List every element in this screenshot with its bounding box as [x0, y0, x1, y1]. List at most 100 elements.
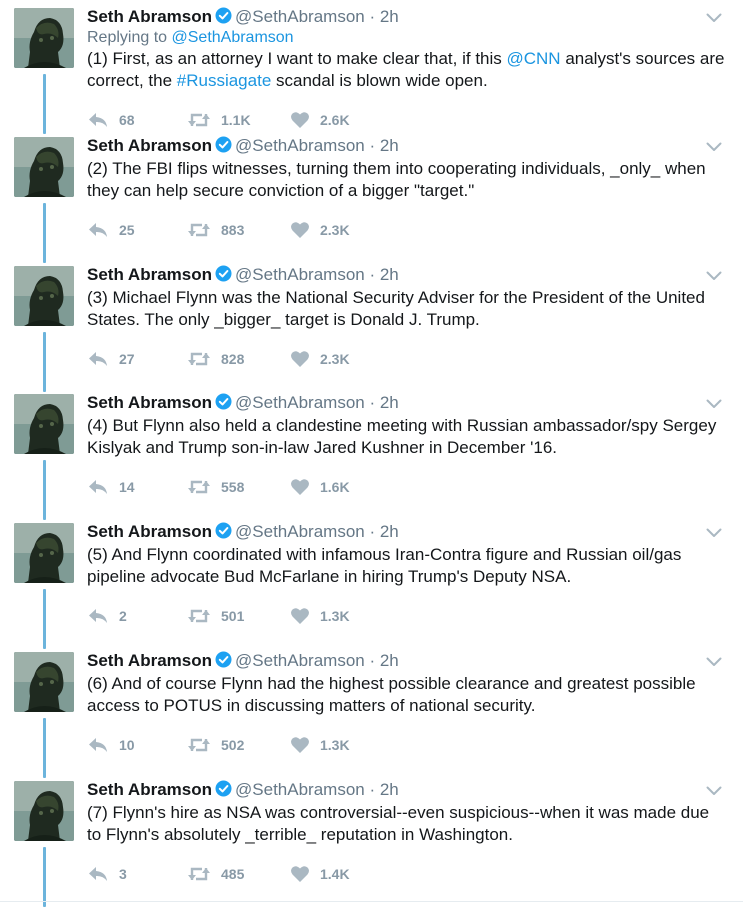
author-handle[interactable]: @SethAbramson — [235, 393, 365, 412]
reply-count: 14 — [119, 479, 135, 495]
heart-icon — [291, 608, 309, 624]
reply-arrow-icon — [89, 738, 107, 752]
timestamp[interactable]: 2h — [380, 651, 399, 670]
chevron-down-icon[interactable] — [706, 396, 722, 408]
retweet-count: 883 — [221, 222, 245, 238]
timestamp[interactable]: 2h — [380, 780, 399, 799]
like-button[interactable]: 1.6K — [290, 476, 350, 498]
author-name[interactable]: Seth Abramson — [87, 136, 212, 155]
tweet-header: Seth Abramson @SethAbramson · 2h — [87, 264, 399, 288]
timestamp[interactable]: 2h — [380, 265, 399, 284]
chevron-down-icon[interactable] — [706, 783, 722, 795]
separator-dot: · — [364, 393, 380, 412]
tweet-link[interactable]: #Russiagate — [177, 71, 272, 90]
tweet-text-segment: (1) First, as an attorney I want to make… — [87, 49, 507, 68]
retweet-icon — [188, 352, 210, 366]
author-handle[interactable]: @SethAbramson — [235, 522, 365, 541]
separator-dot: · — [364, 522, 380, 541]
retweet-button[interactable]: 828 — [187, 348, 244, 370]
chevron-down-icon[interactable] — [706, 139, 722, 151]
author-name[interactable]: Seth Abramson — [87, 780, 212, 799]
chevron-down-icon[interactable] — [706, 10, 722, 22]
reply-arrow-icon — [89, 352, 107, 366]
chevron-down-icon[interactable] — [706, 268, 722, 280]
replying-to-mention[interactable]: @SethAbramson — [172, 29, 294, 46]
reply-button[interactable]: 2 — [87, 605, 127, 627]
reply-button[interactable]: 27 — [87, 348, 135, 370]
avatar-image — [14, 781, 74, 841]
tweet-text-segment: (2) The FBI flips witnesses, turning the… — [87, 159, 706, 200]
avatar[interactable] — [14, 266, 74, 326]
heart-icon — [291, 222, 309, 238]
retweet-icon — [188, 609, 210, 623]
like-button[interactable]: 1.4K — [290, 863, 350, 885]
retweet-button[interactable]: 883 — [187, 219, 244, 241]
verified-badge-icon — [215, 522, 232, 545]
reply-button[interactable]: 25 — [87, 219, 135, 241]
author-handle[interactable]: @SethAbramson — [235, 651, 365, 670]
heart-icon — [291, 479, 309, 495]
author-name[interactable]: Seth Abramson — [87, 7, 212, 26]
chevron-down-icon — [706, 528, 722, 537]
retweet-button[interactable]: 485 — [187, 863, 244, 885]
chevron-down-icon[interactable] — [706, 654, 722, 666]
avatar[interactable] — [14, 523, 74, 583]
author-handle[interactable]: @SethAbramson — [235, 136, 365, 155]
verified-badge-icon — [215, 7, 232, 30]
retweet-icon — [188, 480, 210, 494]
author-name[interactable]: Seth Abramson — [87, 393, 212, 412]
reply-arrow-icon — [89, 223, 107, 237]
avatar[interactable] — [14, 394, 74, 454]
retweet-icon — [188, 738, 210, 752]
like-count: 1.4K — [320, 866, 350, 882]
reply-button[interactable]: 10 — [87, 734, 135, 756]
timestamp[interactable]: 2h — [380, 393, 399, 412]
timestamp[interactable]: 2h — [380, 522, 399, 541]
like-count: 2.6K — [320, 112, 350, 128]
retweet-icon — [188, 867, 210, 881]
avatar[interactable] — [14, 652, 74, 712]
thread-line — [43, 74, 46, 134]
avatar[interactable] — [14, 781, 74, 841]
reply-arrow-icon — [89, 609, 107, 623]
timestamp[interactable]: 2h — [380, 7, 399, 26]
author-name[interactable]: Seth Abramson — [87, 522, 212, 541]
like-button[interactable]: 1.3K — [290, 605, 350, 627]
separator-dot: · — [364, 651, 380, 670]
tweet-card: Seth Abramson @SethAbramson · 2h (5) And F… — [0, 515, 743, 649]
thread-line — [43, 332, 46, 392]
heart-icon — [291, 866, 309, 882]
like-button[interactable]: 2.6K — [290, 109, 350, 131]
verified-badge-icon — [215, 136, 232, 159]
separator-dot: · — [364, 780, 380, 799]
reply-button[interactable]: 14 — [87, 476, 135, 498]
author-handle[interactable]: @SethAbramson — [235, 265, 365, 284]
retweet-button[interactable]: 1.1K — [187, 109, 251, 131]
reply-button[interactable]: 68 — [87, 109, 135, 131]
retweet-button[interactable]: 558 — [187, 476, 244, 498]
avatar[interactable] — [14, 8, 74, 68]
chevron-down-icon — [706, 13, 722, 22]
retweet-count: 558 — [221, 479, 245, 495]
author-name[interactable]: Seth Abramson — [87, 265, 212, 284]
chevron-down-icon — [706, 786, 722, 795]
retweet-count: 1.1K — [221, 112, 251, 128]
chevron-down-icon[interactable] — [706, 525, 722, 537]
like-button[interactable]: 2.3K — [290, 219, 350, 241]
avatar[interactable] — [14, 137, 74, 197]
avatar-image — [14, 8, 74, 68]
author-name[interactable]: Seth Abramson — [87, 651, 212, 670]
like-button[interactable]: 2.3K — [290, 348, 350, 370]
tweet-header: Seth Abramson @SethAbramson · 2h — [87, 650, 399, 674]
timestamp[interactable]: 2h — [380, 136, 399, 155]
tweet-text: (7) Flynn's hire as NSA was controversia… — [87, 802, 727, 846]
author-handle[interactable]: @SethAbramson — [235, 780, 365, 799]
reply-button[interactable]: 3 — [87, 863, 127, 885]
author-handle[interactable]: @SethAbramson — [235, 7, 365, 26]
like-button[interactable]: 1.3K — [290, 734, 350, 756]
separator-dot: · — [364, 7, 380, 26]
tweet-link[interactable]: @CNN — [507, 49, 561, 68]
tweet-text-segment: (7) Flynn's hire as NSA was controversia… — [87, 803, 710, 844]
retweet-button[interactable]: 502 — [187, 734, 244, 756]
retweet-button[interactable]: 501 — [187, 605, 244, 627]
